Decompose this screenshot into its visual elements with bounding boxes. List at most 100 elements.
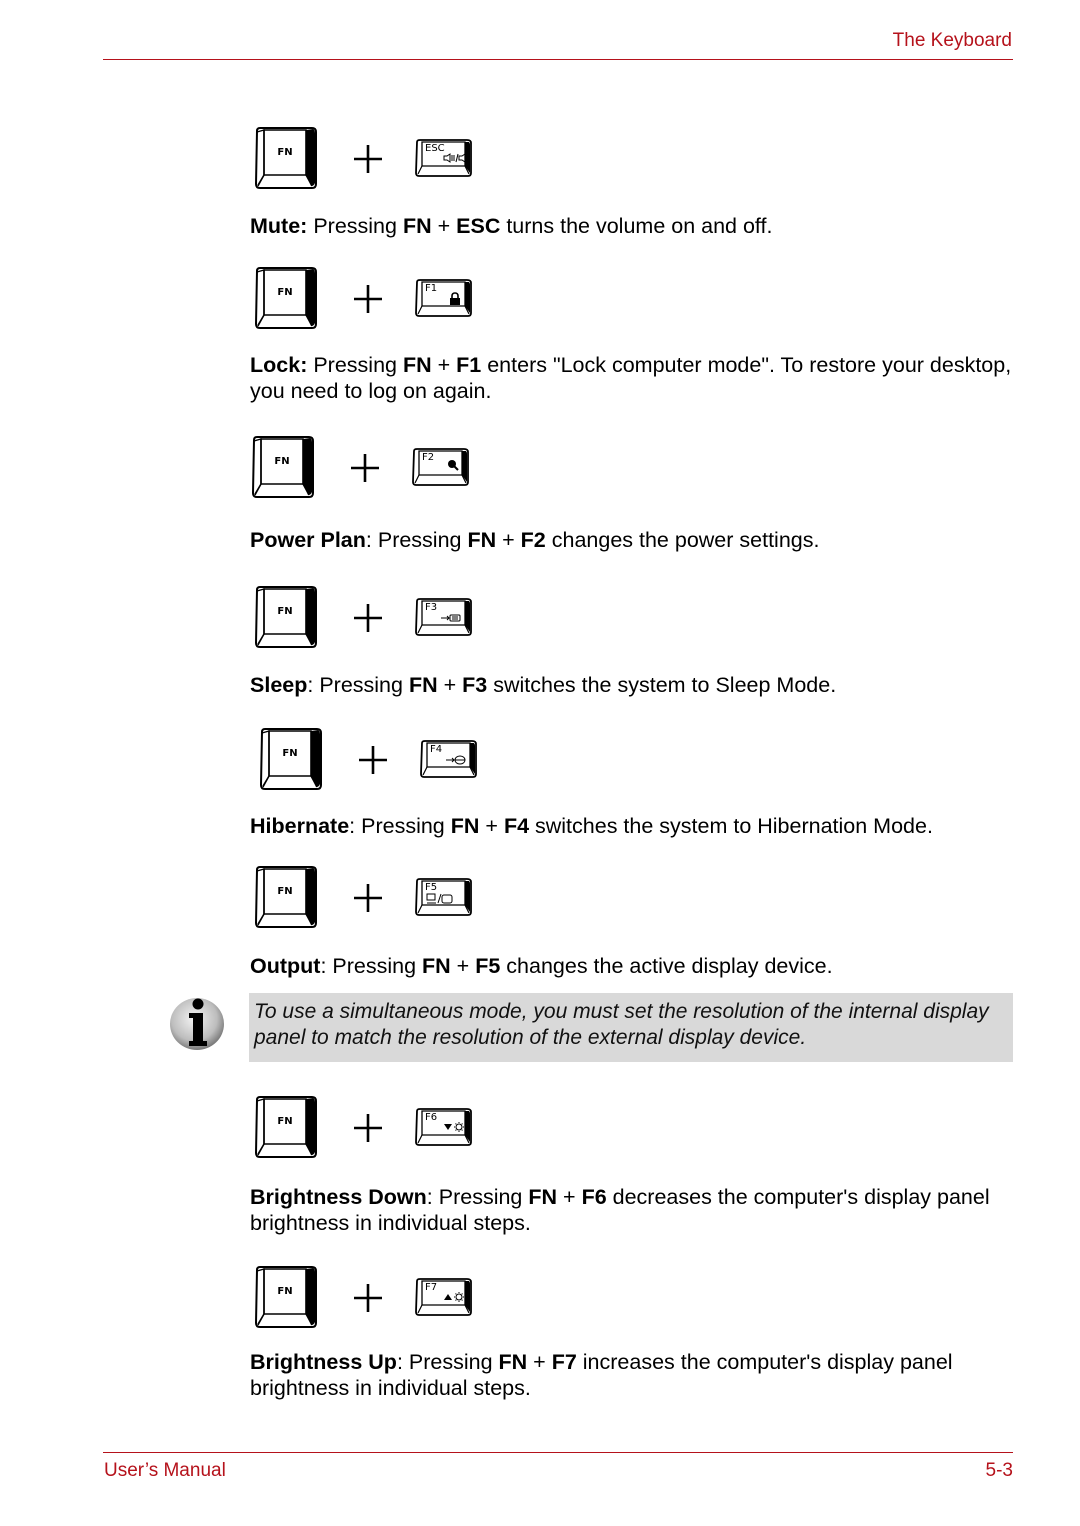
plus-icon xyxy=(352,602,384,634)
term: Brightness Up xyxy=(250,1350,397,1374)
hotkey-description-mute: Mute: Pressing FN + ESC turns the volume… xyxy=(250,213,1020,239)
fn-key-ref: FN xyxy=(408,673,438,697)
svg-text:F4: F4 xyxy=(430,744,442,755)
hotkey-description-hibernate: Hibernate: Pressing FN + F4 switches the… xyxy=(250,813,1020,839)
term: Brightness Down xyxy=(250,1185,427,1209)
svg-text:FN: FN xyxy=(277,1286,292,1297)
f2-key-image: F2 xyxy=(411,448,469,486)
f4-key-image: F4 xyxy=(419,740,477,778)
plus-icon xyxy=(352,1282,384,1314)
fn-key-image: FN xyxy=(254,127,318,189)
key-combo-f2: FN F2 xyxy=(251,436,491,502)
key-combo-f7: FN F7 xyxy=(254,1266,494,1332)
hotkey-description-brightness-down: Brightness Down: Pressing FN + F6 decrea… xyxy=(250,1184,1020,1236)
svg-text:F7: F7 xyxy=(425,1282,437,1293)
text: switches the system to Hibernation Mode. xyxy=(529,814,933,838)
note-text: To use a simultaneous mode, you must set… xyxy=(254,1000,989,1049)
svg-text:FN: FN xyxy=(282,748,297,759)
fn-key-image: FN xyxy=(254,1096,318,1158)
text: : Pressing xyxy=(426,1185,529,1209)
text: : Pressing xyxy=(365,528,468,552)
fn-key-ref: FN xyxy=(528,1185,558,1209)
plus-text: + xyxy=(450,954,476,978)
key-ref: F6 xyxy=(581,1185,607,1209)
key-combo-f6: FN F6 xyxy=(254,1096,494,1162)
plus-icon xyxy=(352,143,384,175)
key-ref: F2 xyxy=(520,528,546,552)
plus-icon xyxy=(352,882,384,914)
fn-key-image: FN xyxy=(254,586,318,648)
svg-text:F6: F6 xyxy=(425,1112,437,1123)
key-ref: F4 xyxy=(503,814,530,838)
plus-text: + xyxy=(527,1350,552,1374)
text: switches the system to Sleep Mode. xyxy=(487,673,837,697)
text: turns the volume on and off. xyxy=(500,214,773,238)
hotkey-description-output: Output: Pressing FN + F5 changes the act… xyxy=(250,953,1020,979)
hotkey-description-sleep: Sleep: Pressing FN + F3 switches the sys… xyxy=(250,672,1020,698)
info-icon xyxy=(168,993,228,1053)
esc-key-image: ESC xyxy=(414,139,472,177)
f1-key-image: F1 xyxy=(414,279,472,317)
svg-text:F3: F3 xyxy=(425,602,437,613)
term: Output xyxy=(250,954,321,978)
plus-text: + xyxy=(431,353,457,377)
footer-divider xyxy=(103,1452,1013,1453)
svg-text:FN: FN xyxy=(277,606,292,617)
fn-key-ref: FN xyxy=(450,814,480,838)
svg-text:ESC: ESC xyxy=(425,143,445,154)
svg-text:FN: FN xyxy=(274,456,289,467)
fn-key-image: FN xyxy=(254,267,318,329)
svg-text:FN: FN xyxy=(277,287,292,298)
hotkey-description-power-plan: Power Plan: Pressing FN + F2 changes the… xyxy=(250,527,1020,553)
term: Mute xyxy=(250,214,301,238)
plus-text: + xyxy=(496,528,521,552)
f6-key-image: F6 xyxy=(414,1108,472,1146)
svg-text:FN: FN xyxy=(277,886,292,897)
svg-text:FN: FN xyxy=(277,1116,292,1127)
header-divider xyxy=(103,59,1013,60)
plus-text: + xyxy=(431,214,457,238)
fn-key-image: FN xyxy=(259,728,323,790)
fn-key-image: FN xyxy=(254,1266,318,1328)
text: : Pressing xyxy=(320,954,423,978)
f5-key-image: F5 xyxy=(414,878,472,916)
fn-key-image: FN xyxy=(254,866,318,928)
text: : Pressing xyxy=(396,1350,499,1374)
term: Hibernate xyxy=(250,814,350,838)
hotkey-description-lock: Lock: Pressing FN + F1 enters "Lock comp… xyxy=(250,352,1020,404)
plus-icon xyxy=(357,744,389,776)
hotkey-description-brightness-up: Brightness Up: Pressing FN + F7 increase… xyxy=(250,1349,1020,1401)
term: Lock xyxy=(250,353,301,377)
key-ref: ESC xyxy=(456,214,501,238)
svg-text:F1: F1 xyxy=(425,283,437,294)
key-ref: F3 xyxy=(462,673,488,697)
text: changes the power settings. xyxy=(545,528,820,552)
section-title: The Keyboard xyxy=(892,30,1012,51)
svg-text:F2: F2 xyxy=(422,452,434,463)
key-combo-f4: FN F4 xyxy=(259,728,499,794)
key-combo-f5: FN F5 xyxy=(254,866,494,932)
key-combo-f1: FN F1 xyxy=(254,267,494,333)
note-box: To use a simultaneous mode, you must set… xyxy=(249,993,1013,1062)
f3-key-image: F3 xyxy=(414,598,472,636)
term: Sleep xyxy=(250,673,308,697)
plus-text: + xyxy=(557,1185,582,1209)
key-ref: F1 xyxy=(456,353,482,377)
key-combo-esc: FN ESC xyxy=(254,127,494,193)
fn-key-ref: FN xyxy=(422,954,451,978)
fn-key-ref: FN xyxy=(402,353,432,377)
key-ref: F7 xyxy=(551,1350,577,1374)
plus-icon xyxy=(352,1112,384,1144)
fn-key-ref: FN xyxy=(402,214,432,238)
key-ref: F5 xyxy=(475,954,501,978)
page-number: 5-3 xyxy=(985,1460,1013,1481)
manual-label: User’s Manual xyxy=(104,1460,226,1481)
plus-text: + xyxy=(479,814,504,838)
key-combo-f3: FN F3 xyxy=(254,586,494,652)
term: Power Plan xyxy=(250,528,366,552)
text: : Pressing xyxy=(307,673,409,697)
text: Pressing xyxy=(307,214,403,238)
plus-text: + xyxy=(437,673,463,697)
text: Pressing xyxy=(307,353,403,377)
fn-key-ref: FN xyxy=(498,1350,528,1374)
